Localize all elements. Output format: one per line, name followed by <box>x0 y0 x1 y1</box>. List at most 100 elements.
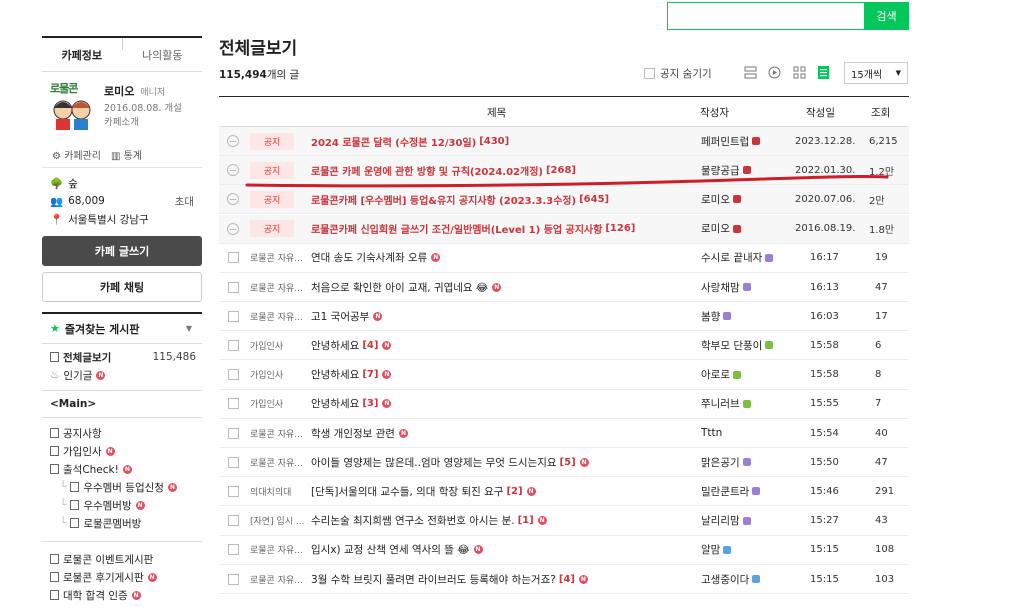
author-name[interactable]: 수시로 끝내자 <box>701 250 762 265</box>
hide-notice-checkbox[interactable] <box>644 68 655 79</box>
grid-view-icon[interactable] <box>793 66 806 79</box>
favorite-boards-header[interactable]: ★ 즐겨찾는 게시판 ▼ <box>42 312 202 344</box>
notice-title-cell[interactable]: 로물콘카페 신입회원 글쓰기 조건/일반멤버(Level 1) 등업 공지사항[… <box>311 215 635 243</box>
list-view-icon[interactable] <box>744 66 757 79</box>
row-checkbox[interactable] <box>228 427 239 439</box>
post-title[interactable]: 안녕하세요 <box>311 338 359 353</box>
post-row[interactable]: 로물콘 자유... 처음으로 확인한 아이 교재, 귀엽네요 😂 N 사랑채맘 16:1… <box>219 273 909 302</box>
title-cell[interactable]: 수리논술 최지희쌤 연구소 전화번호 아시는 분. [1] N <box>311 507 547 535</box>
author-cell[interactable]: 날리리맘 <box>701 507 751 535</box>
sidebar-item-popular[interactable]: ♨ 인기글 N <box>42 366 202 384</box>
notice-title[interactable]: 로물콘카페 [우수멤버] 등업&유지 공지사항 (2023.3.3수정) <box>311 192 576 207</box>
title-cell[interactable]: 아이들 영양제는 많은데..엄마 영양제는 무엇 드시는지요 [5] N <box>311 448 589 476</box>
sidebar-item-5[interactable]: └ 로물콘멤버방 <box>42 514 202 532</box>
post-category[interactable]: 로물콘 자유... <box>250 281 303 294</box>
title-cell[interactable]: 3월 수학 브릿지 풀려면 라이브러도 등록해야 하는거죠? [4] N <box>311 565 588 593</box>
category-cell[interactable]: 로물콘 자유... <box>250 536 303 564</box>
author-name[interactable]: 학부모 단풍이 <box>701 338 762 353</box>
author-cell[interactable]: 페퍼민트럽 <box>701 127 761 155</box>
comment-count[interactable]: [4] <box>559 574 575 585</box>
post-category[interactable]: [자연] 입시 ... <box>250 514 304 527</box>
sidebar-item-0[interactable]: 공지사항 <box>42 424 202 442</box>
sidebar-item-1[interactable]: 가입인사 N <box>42 442 202 460</box>
post-row[interactable]: [자연] 입시 ... 수리논술 최지희쌤 연구소 전화번호 아시는 분. [1] N… <box>219 507 909 536</box>
author-name[interactable]: 사랑채맘 <box>701 280 740 295</box>
search-button[interactable]: 검색 <box>864 2 909 30</box>
row-checkbox[interactable] <box>228 281 239 293</box>
per-page-select[interactable]: 15개씩 ▼ <box>844 62 908 84</box>
comment-count[interactable]: [5] <box>560 457 576 468</box>
hide-notice-toggle[interactable]: 공지 숨기기 <box>644 66 712 81</box>
sidebar-board-item-0[interactable]: 로물콘 이벤트게시판 <box>42 550 202 568</box>
author-cell[interactable]: Tttn <box>701 419 722 447</box>
collapse-icon[interactable] <box>227 127 239 155</box>
row-checkbox[interactable] <box>228 310 239 322</box>
post-title[interactable]: 고1 국어공부 <box>311 309 369 324</box>
sidebar-board-item-2[interactable]: 대학 합격 인증 N <box>42 586 202 604</box>
post-category[interactable]: 가입인사 <box>250 397 283 410</box>
video-view-icon[interactable] <box>768 66 781 79</box>
post-row[interactable]: 의대치의대 [단독]서울의대 교수들, 의대 학장 퇴진 요구 [2] N 밀란쿤트라 1… <box>219 477 909 507</box>
post-category[interactable]: 로물콘 자유... <box>250 251 303 264</box>
author-name[interactable]: 쭈니러브 <box>701 396 740 411</box>
category-cell[interactable]: 로물콘 자유... <box>250 244 303 272</box>
post-title[interactable]: 연대 송도 기숙사계좌 오류 <box>311 250 427 265</box>
post-row[interactable]: 로물콘 자유... 연대 송도 기숙사계좌 오류 N 수시로 끝내자 16:17 19 <box>219 244 909 273</box>
collapse-icon[interactable] <box>227 215 239 243</box>
comment-count[interactable]: [430] <box>479 136 509 147</box>
author-name[interactable]: 맑은공기 <box>701 455 740 470</box>
category-cell[interactable]: 로물콘 자유... <box>250 419 303 447</box>
title-cell[interactable]: 안녕하세요 [7] N <box>311 361 392 389</box>
row-checkbox[interactable] <box>228 398 239 410</box>
author-name[interactable]: 로미오 <box>701 221 730 236</box>
author-name[interactable]: 페퍼민트럽 <box>701 134 749 149</box>
category-cell[interactable]: 로물콘 자유... <box>250 448 303 476</box>
row-checkbox[interactable] <box>228 573 239 585</box>
post-category[interactable]: 로물콘 자유... <box>250 456 303 469</box>
post-category[interactable]: 가입인사 <box>250 368 283 381</box>
author-cell[interactable]: 밀란쿤트라 <box>701 477 761 505</box>
post-row[interactable]: 로물콘 자유... 입시x) 교정 산책 연세 역사의 뜰 😂 N 알맘 15:15 10… <box>219 536 909 565</box>
post-title[interactable]: 아이들 영양제는 많은데..엄마 영양제는 무엇 드시는지요 <box>311 455 557 470</box>
comment-count[interactable]: [2] <box>506 486 522 497</box>
row-checkbox[interactable] <box>228 369 239 381</box>
comment-count[interactable]: [4] <box>362 340 378 351</box>
post-title[interactable]: 수리논술 최지희쌤 연구소 전화번호 아시는 분. <box>311 513 515 528</box>
title-cell[interactable]: 고1 국어공부 N <box>311 302 383 330</box>
tab-my-activity[interactable]: 나의활동 <box>123 38 203 71</box>
category-cell[interactable]: 로물콘 자유... <box>250 302 303 330</box>
comment-count[interactable]: [126] <box>605 223 635 234</box>
sidebar-item-3[interactable]: └ 우수멤버 등업신청 N <box>42 478 202 496</box>
post-row[interactable]: 가입인사 안녕하세요 [4] N 학부모 단풍이 15:58 6 <box>219 331 909 361</box>
post-category[interactable]: 로물콘 자유... <box>250 573 303 586</box>
title-cell[interactable]: [단독]서울의대 교수들, 의대 학장 퇴진 요구 [2] N <box>311 477 536 505</box>
post-title[interactable]: [단독]서울의대 교수들, 의대 학장 퇴진 요구 <box>311 484 503 499</box>
post-row[interactable]: 로물콘 자유... 고1 국어공부 N 봄향 16:03 17 <box>219 302 909 332</box>
post-title[interactable]: 3월 수학 브릿지 풀려면 라이브러도 등록해야 하는거죠? <box>311 572 556 587</box>
author-cell[interactable]: 봄향 <box>701 302 732 330</box>
row-checkbox[interactable] <box>228 515 239 527</box>
author-cell[interactable]: 쭈니러브 <box>701 390 751 418</box>
collapse-icon[interactable] <box>227 156 239 184</box>
author-cell[interactable]: 맑은공기 <box>701 448 751 476</box>
category-cell[interactable]: 로물콘 자유... <box>250 273 303 301</box>
post-category[interactable]: 의대치의대 <box>250 485 291 498</box>
post-title[interactable]: 처음으로 확인한 아이 교재, 귀엽네요 😂 <box>311 280 488 295</box>
post-title[interactable]: 입시x) 교정 산책 연세 역사의 뜰 😂 <box>311 542 470 557</box>
author-cell[interactable]: 사랑채맘 <box>701 273 751 301</box>
title-cell[interactable]: 학생 개인정보 관련 N <box>311 419 408 447</box>
author-cell[interactable]: 아로로 <box>701 361 741 389</box>
search-input[interactable] <box>668 3 864 29</box>
author-name[interactable]: 밀란쿤트라 <box>701 484 749 499</box>
row-checkbox[interactable] <box>228 339 239 351</box>
post-title[interactable]: 학생 개인정보 관련 <box>311 426 395 441</box>
author-name[interactable]: 알맘 <box>701 542 720 557</box>
post-row[interactable]: 가입인사 안녕하세요 [3] N 쭈니러브 15:55 7 <box>219 390 909 419</box>
sidebar-item-4[interactable]: └ 우수멤버방 N <box>42 496 202 514</box>
author-cell[interactable]: 학부모 단풍이 <box>701 331 774 359</box>
comment-count[interactable]: [7] <box>362 369 378 380</box>
category-cell[interactable]: 의대치의대 <box>250 477 291 505</box>
cafe-logo[interactable]: 로물콘 <box>50 80 100 134</box>
author-name[interactable]: 날리리맘 <box>701 513 740 528</box>
row-checkbox[interactable] <box>228 252 239 264</box>
